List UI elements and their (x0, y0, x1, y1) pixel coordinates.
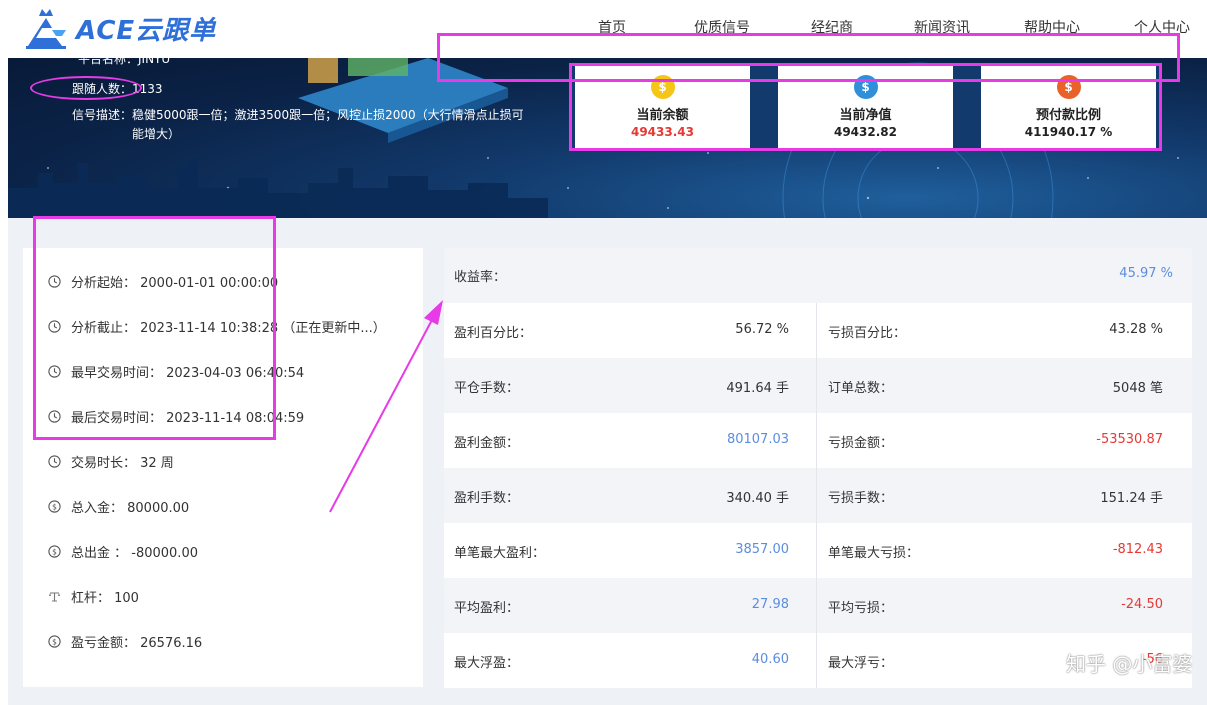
metric-value: 3857.00 (735, 542, 789, 557)
stat-label: 当前余额 (636, 108, 689, 123)
info-text: 总出金 ： -80000.00 (71, 546, 198, 561)
stat-value: 411940.17 % (1024, 125, 1113, 139)
logo[interactable]: ACE云跟单 (22, 4, 216, 52)
table-row: 平均盈利： 27.98 平均亏损： -24.50 (444, 578, 1192, 633)
metric-value: 40.60 (751, 652, 789, 667)
description-label: 信号描述： (72, 108, 133, 122)
column-divider (816, 413, 817, 468)
info-withdraw: $ 总出金 ： -80000.00 (48, 542, 198, 561)
svg-text:$: $ (52, 637, 57, 646)
stat-label: 预付款比例 (1035, 108, 1101, 123)
clock-icon (48, 455, 61, 468)
table-row: 盈利手数： 340.40 手 亏损手数： 151.24 手 (444, 468, 1192, 523)
stat-value: 49432.82 (833, 125, 897, 139)
metric-value: 340.40 手 (726, 491, 789, 506)
metric-value: 151.24 手 (1100, 491, 1163, 506)
svg-text:$: $ (52, 502, 57, 511)
table-row: 平仓手数： 491.64 手 订单总数： 5048 笔 (444, 358, 1192, 413)
followers-highlight-ring (30, 76, 142, 100)
column-divider (816, 358, 817, 413)
metric-label: 盈利金额： (454, 436, 520, 451)
svg-text:$: $ (52, 547, 57, 556)
metric-label: 单笔最大亏损： (828, 546, 920, 561)
info-leverage: 杠杆： 100 (48, 587, 139, 606)
info-duration: 交易时长： 32 周 (48, 452, 174, 471)
stat-label: 当前净值 (839, 108, 892, 123)
column-divider (816, 303, 817, 358)
yield-label: 收益率： (454, 270, 507, 285)
metric-value: -24.50 (1121, 597, 1163, 612)
table-row: 盈利金额： 80107.03 亏损金额： -53530.87 (444, 413, 1192, 468)
metric-label: 订单总数： (828, 381, 894, 396)
info-deposit: $ 总入金： 80000.00 (48, 497, 189, 516)
column-divider (816, 633, 817, 688)
info-text: 交易时长： 32 周 (71, 456, 174, 471)
metric-label: 平均盈利： (454, 601, 520, 616)
signal-name: 平台名称：JINYU (78, 58, 171, 66)
metric-value: -53530.87 (1096, 432, 1163, 447)
info-text: 杠杆： 100 (71, 591, 139, 606)
watermark: 知乎 @小富婆 (1066, 652, 1193, 676)
metric-label: 亏损百分比： (828, 326, 907, 341)
performance-table: 收益率： 45.97 % 盈利百分比： 56.72 % 亏损百分比： 43.28 % 平… (444, 248, 1192, 688)
yield-value: 45.97 % (1119, 266, 1173, 281)
metric-label: 盈利百分比： (454, 326, 533, 341)
metric-value: -812.43 (1112, 542, 1163, 557)
metric-value: 43.28 % (1109, 322, 1163, 337)
table-row: 单笔最大盈利： 3857.00 单笔最大亏损： -812.43 (444, 523, 1192, 578)
logo-text: ACE云跟单 (76, 15, 217, 46)
dollar-coin-icon: $ (48, 545, 61, 558)
trade-summary-highlight (33, 216, 276, 440)
metric-label: 最大浮盈： (454, 656, 520, 671)
metric-label: 盈利手数： (454, 491, 520, 506)
column-divider (816, 468, 817, 523)
logo-icon (26, 9, 66, 49)
description-text: 稳健5000跟一倍；激进3500跟一倍；风控止损2000（大行情滑点止损可能增大… (132, 108, 524, 141)
yield-highlight (437, 33, 1180, 82)
info-text: 盈亏金额： 26576.16 (71, 636, 203, 651)
metric-value: 27.98 (751, 597, 789, 612)
stat-value: 49433.43 (630, 125, 694, 139)
metric-label: 平仓手数： (454, 381, 520, 396)
column-divider (816, 523, 817, 578)
info-text: 总入金： 80000.00 (71, 501, 190, 516)
metric-value: 80107.03 (726, 432, 789, 447)
info-pnl: $ 盈亏金额： 26576.16 (48, 632, 202, 651)
metric-label: 单笔最大盈利： (454, 546, 546, 561)
leverage-icon (48, 590, 61, 603)
metric-label: 亏损金额： (828, 436, 894, 451)
metric-label: 最大浮亏： (828, 656, 894, 671)
metric-value: 5048 笔 (1112, 381, 1163, 396)
metric-label: 平均亏损： (828, 601, 894, 616)
dollar-coin-icon: $ (48, 500, 61, 513)
metric-value: 56.72 % (735, 322, 789, 337)
metric-label: 亏损手数： (828, 491, 894, 506)
dollar-coin-icon: $ (48, 635, 61, 648)
metric-value: 491.64 手 (726, 381, 789, 396)
table-row: 盈利百分比： 56.72 % 亏损百分比： 43.28 % (444, 303, 1192, 358)
column-divider (816, 578, 817, 633)
yield-row: 收益率： 45.97 % (444, 248, 1192, 303)
